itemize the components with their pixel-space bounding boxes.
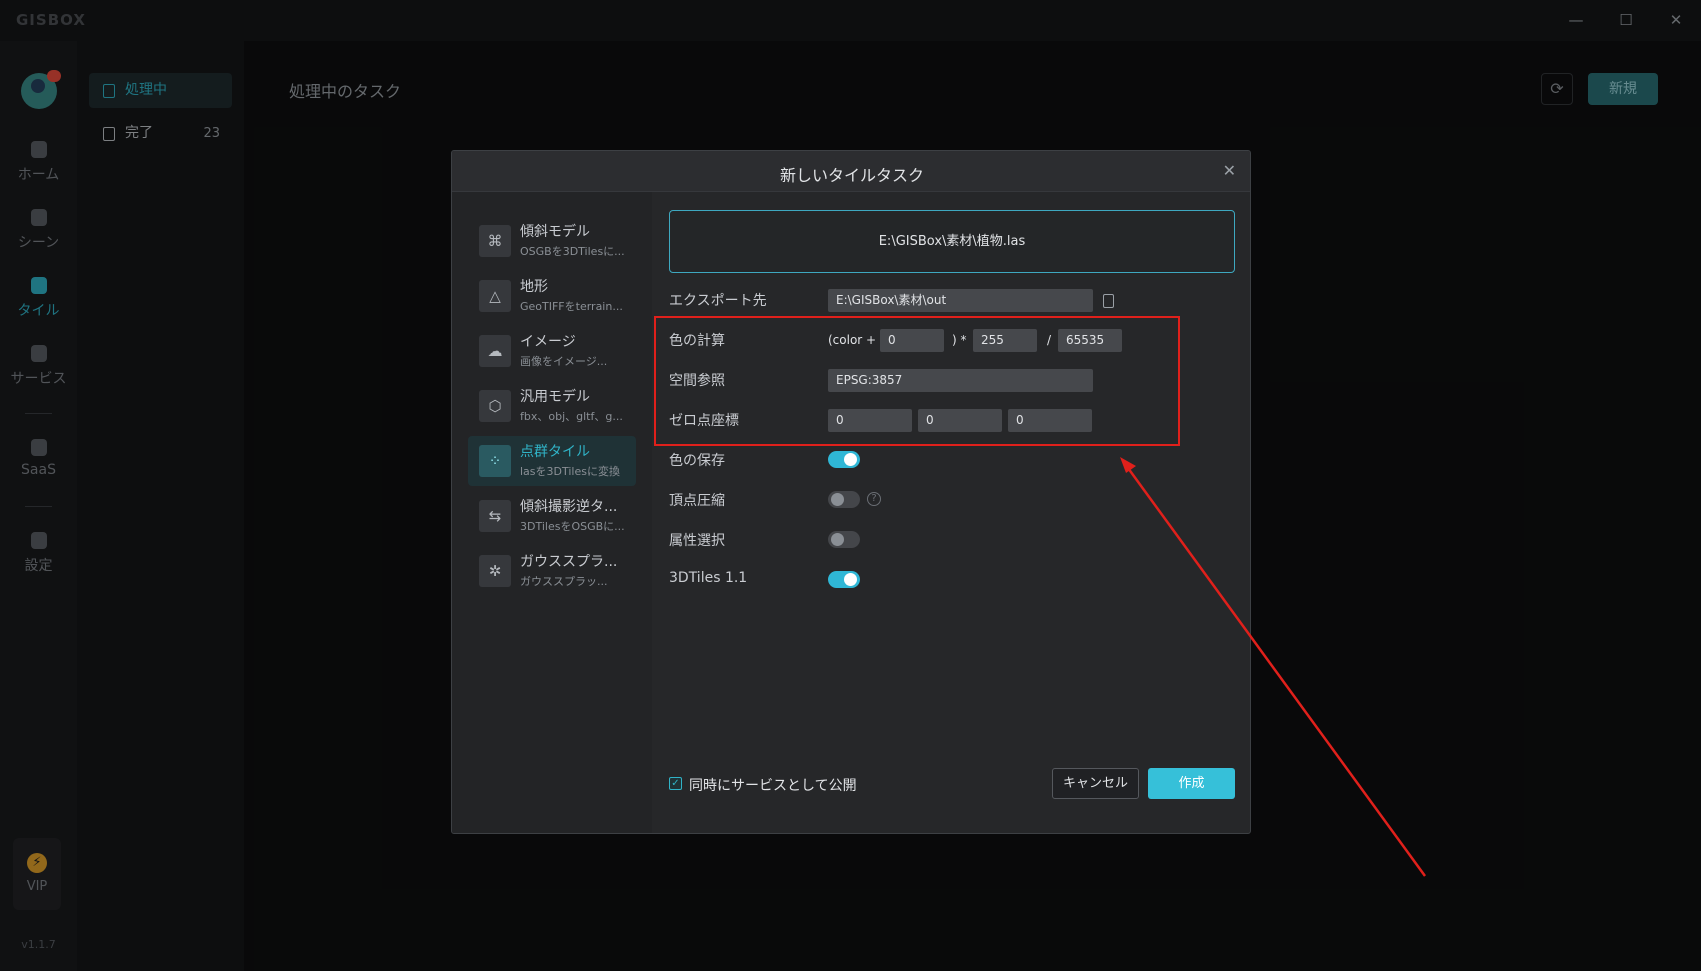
arrow-head — [1120, 457, 1136, 473]
arrow-line — [1126, 467, 1427, 877]
annotation-arrow — [1120, 457, 1427, 877]
